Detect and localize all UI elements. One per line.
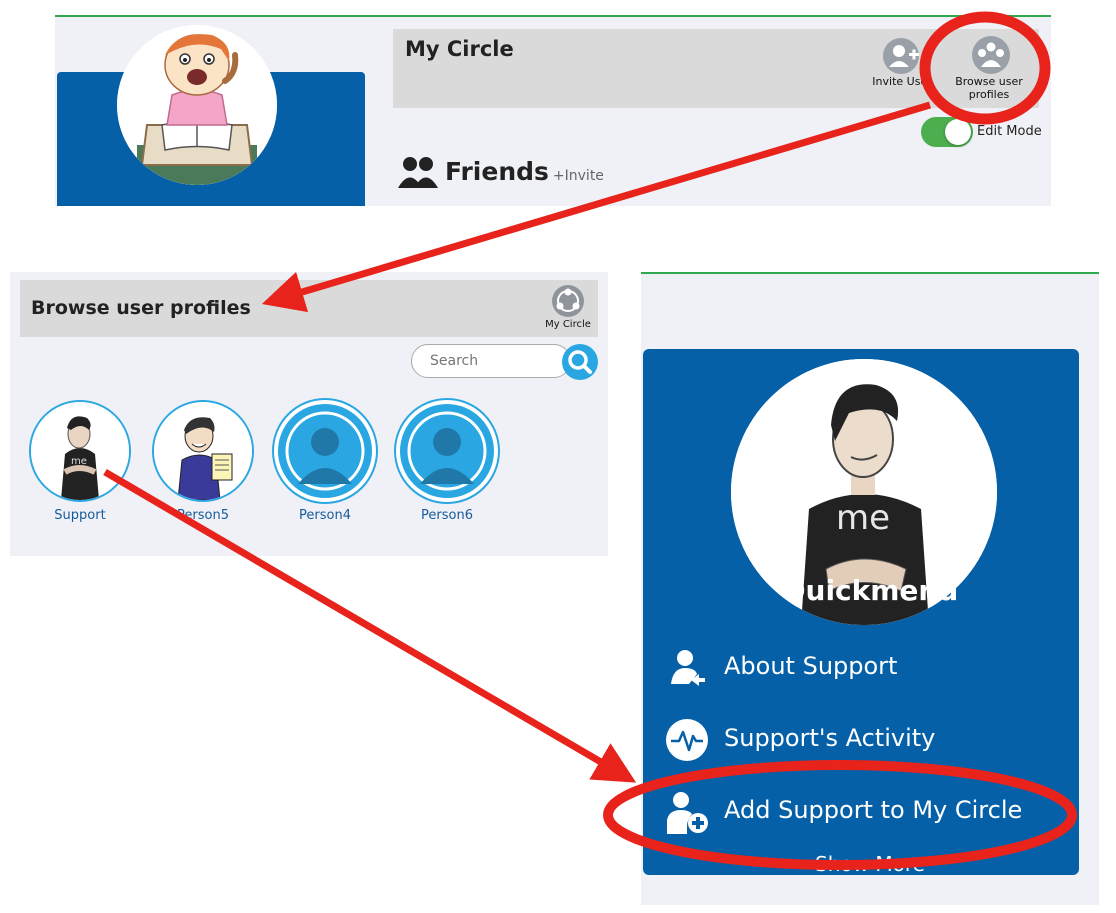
add-support-to-circle-menu-item[interactable]: Add Support to My Circle — [665, 790, 1085, 834]
activity-pulse-icon — [666, 719, 708, 761]
invite-user-icon — [883, 38, 919, 74]
menu-item-label: Add Support to My Circle — [724, 796, 1023, 824]
group-circle-icon — [972, 36, 1010, 74]
about-support-menu-item[interactable]: About Support — [665, 646, 1085, 690]
my-circle-label: My Circle — [545, 319, 591, 330]
edit-mode-toggle[interactable] — [921, 117, 973, 147]
search-box — [411, 344, 571, 378]
profile-avatar — [152, 400, 254, 502]
edit-mode-label: Edit Mode — [977, 124, 1042, 139]
browse-profiles-panel: Browse user profiles My Circle Search me… — [10, 272, 608, 556]
profile-name: Person6 — [421, 508, 473, 523]
my-circle-header: My Circle Invite User Browse user profil… — [393, 29, 1039, 108]
friends-icon — [398, 157, 438, 188]
profile-name: Person4 — [299, 508, 351, 523]
quickmenu-card: me Quickmenu About Support Support's Act… — [643, 349, 1079, 875]
page-title: My Circle — [405, 37, 514, 61]
browse-profiles-header: Browse user profiles My Circle — [20, 280, 598, 337]
invite-user-button[interactable]: Invite User — [871, 37, 933, 97]
browse-user-profiles-label: Browse user profiles — [955, 75, 1023, 101]
show-more-link[interactable]: Show More — [641, 852, 1099, 874]
quickmenu-title: Quickmenu — [781, 574, 959, 607]
default-avatar-icon — [396, 400, 498, 502]
user-avatar[interactable] — [117, 25, 277, 185]
support-activity-menu-item[interactable]: Support's Activity — [665, 718, 1085, 762]
quickmenu-panel: me Quickmenu About Support Support's Act… — [641, 272, 1099, 905]
search-button[interactable] — [562, 344, 598, 380]
svg-text:me: me — [71, 456, 87, 467]
search-input[interactable] — [428, 352, 552, 370]
menu-item-label: About Support — [724, 652, 898, 680]
profile-tile-person4[interactable]: Person4 — [274, 400, 376, 530]
profile-tile-support[interactable]: me Support — [29, 400, 131, 530]
friends-heading: Friends +Invite — [445, 157, 604, 186]
default-avatar-icon — [274, 400, 376, 502]
friends-invite-link[interactable]: +Invite — [553, 168, 604, 184]
profile-name: Support — [54, 508, 106, 523]
profile-tile-person6[interactable]: Person6 — [396, 400, 498, 530]
svg-text:me: me — [836, 498, 890, 538]
profile-name: Person5 — [177, 508, 229, 523]
invite-user-label: Invite User — [872, 75, 932, 88]
menu-item-label: Support's Activity — [724, 724, 936, 752]
profile-avatar: me — [29, 400, 131, 502]
toggle-knob — [945, 119, 971, 145]
profile-tile-person5[interactable]: Person5 — [152, 400, 254, 530]
my-circle-panel: My Circle Invite User Browse user profil… — [55, 15, 1051, 206]
add-user-icon — [667, 792, 708, 834]
my-circle-button[interactable]: My Circle — [540, 284, 596, 336]
search-icon — [568, 350, 592, 374]
browse-user-profiles-button[interactable]: Browse user profiles — [941, 35, 1037, 107]
friends-title: Friends — [445, 157, 549, 186]
circle-network-icon — [552, 285, 584, 317]
user-info-icon — [671, 650, 705, 686]
browse-profiles-title: Browse user profiles — [31, 297, 251, 319]
